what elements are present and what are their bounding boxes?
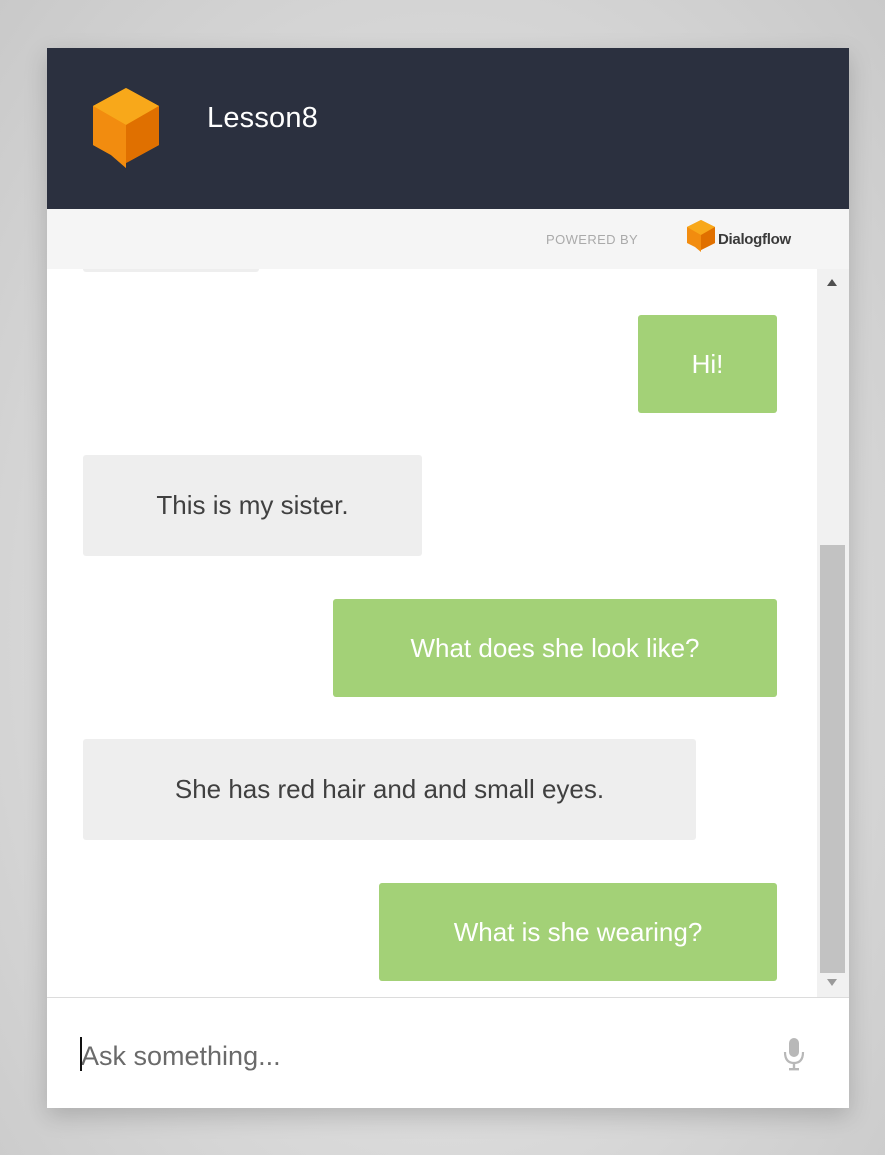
message-user: What is she wearing? — [379, 883, 777, 981]
dialogflow-brand-name: Dialogflow — [718, 231, 791, 248]
scroll-thumb[interactable] — [820, 545, 845, 973]
message-user: Hi! — [638, 315, 777, 413]
microphone-icon[interactable] — [781, 1036, 807, 1072]
scroll-up-icon[interactable] — [827, 279, 837, 286]
chat-header: Lesson8 — [47, 48, 849, 209]
bot-title: Lesson8 — [207, 102, 319, 134]
message-list: Hi! This is my sister. What does she loo… — [47, 269, 817, 997]
scroll-down-icon[interactable] — [827, 979, 837, 986]
message-scrollbar[interactable] — [817, 269, 849, 997]
message-input[interactable] — [81, 1036, 761, 1076]
powered-by-label: POWERED BY — [546, 232, 639, 247]
input-bar — [47, 997, 849, 1108]
text-caret — [80, 1037, 82, 1071]
message-bot-partial — [83, 269, 259, 272]
message-bot: This is my sister. — [83, 455, 422, 556]
chat-widget: Lesson8 POWERED BY Dialogflow Hi! This i… — [47, 48, 849, 1108]
dialogflow-logo-icon — [93, 88, 159, 168]
dialogflow-brand-icon — [687, 220, 715, 252]
message-bot: She has red hair and and small eyes. — [83, 739, 696, 840]
message-user: What does she look like? — [333, 599, 777, 697]
